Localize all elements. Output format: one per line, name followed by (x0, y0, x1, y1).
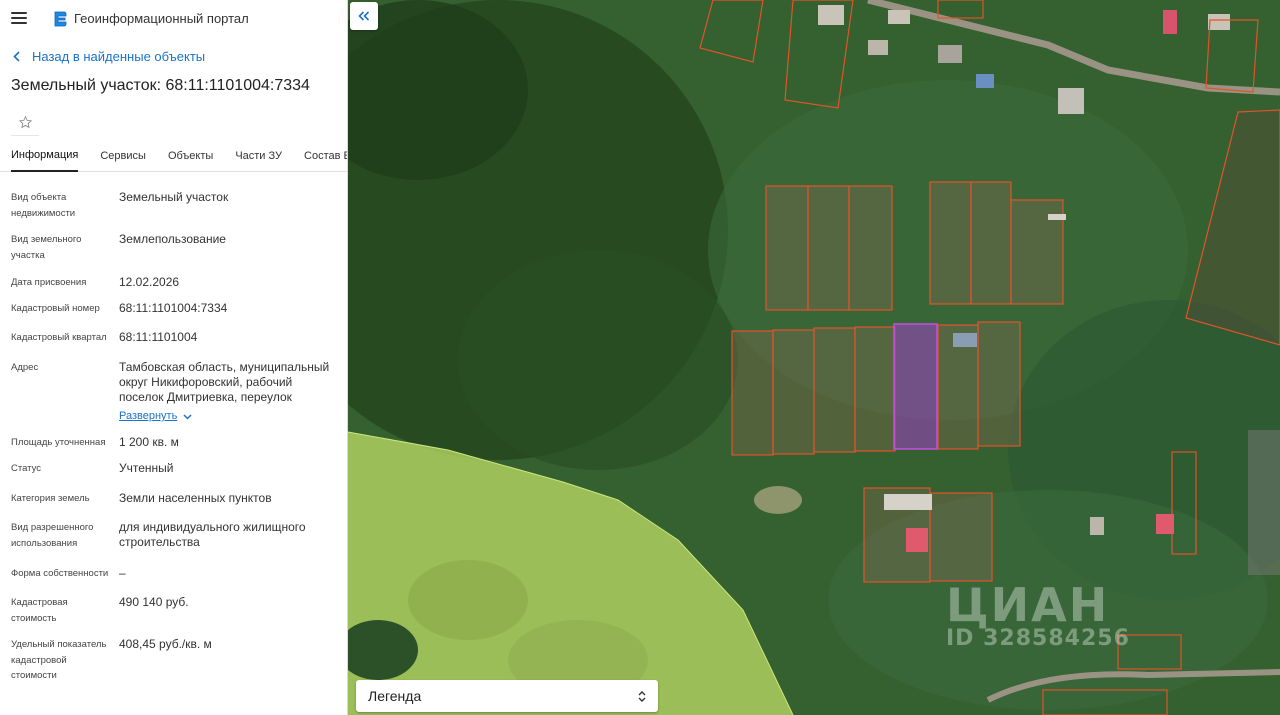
tab-ezp-composition[interactable]: Состав ЕЗП (304, 140, 347, 172)
updown-chevron-icon (638, 690, 646, 702)
property-label: Вид земельного участка (11, 234, 82, 261)
tab-information[interactable]: Информация (11, 140, 79, 172)
property-label: Кадастровый квартал (11, 332, 107, 343)
collapse-sidebar-button[interactable] (350, 2, 378, 30)
property-value: – (119, 566, 126, 580)
property-value: Землепользование (119, 232, 226, 246)
favorite-star-icon[interactable] (11, 110, 39, 136)
property-label: Дата присвоения (11, 277, 87, 288)
property-value: для индивидуального жилищного строительс… (119, 520, 306, 549)
tab-services[interactable]: Сервисы (100, 140, 146, 172)
tab-objects[interactable]: Объекты (168, 140, 213, 172)
address-value: Тамбовская область, муниципальный округ … (119, 360, 339, 424)
property-label: Вид разрешенного использования (11, 522, 94, 549)
top-bar: Геоинформационный портал (0, 0, 347, 36)
legend-select[interactable]: Легенда (356, 680, 658, 712)
back-link-label: Назад в найденные объекты (32, 48, 206, 64)
property-value: 68:11:1101004 (119, 330, 198, 344)
legend-label: Легенда (368, 688, 422, 704)
chevron-left-icon (13, 50, 20, 62)
property-value: 490 140 руб. (119, 595, 189, 609)
property-label: Адрес (11, 362, 39, 373)
property-label: Площадь уточненная (11, 437, 106, 448)
property-label: Категория земель (11, 493, 90, 504)
property-label: Вид объекта недвижимости (11, 192, 76, 219)
property-value: 1 200 кв. м (119, 435, 179, 449)
property-label: Форма собственности (11, 568, 109, 579)
expand-address-link[interactable]: Развернуть (119, 409, 339, 424)
property-label: Удельный показатель кадастровой стоимост… (11, 639, 107, 681)
tab-parcel-parts[interactable]: Части ЗУ (235, 140, 282, 172)
double-chevron-left-icon (358, 11, 370, 21)
property-value: Учтенный (119, 461, 174, 475)
property-label: Статус (11, 463, 42, 474)
watermark-id: ID 328584256 (946, 626, 1130, 651)
object-tabs: Информация Сервисы Объекты Части ЗУ Сост… (0, 140, 347, 172)
property-value: 12.02.2026 (119, 275, 180, 289)
info-sidebar: Геоинформационный портал Назад в найденн… (0, 0, 348, 715)
expand-label: Развернуть (119, 410, 178, 422)
property-label: Кадастровый номер (11, 303, 100, 314)
property-value: Земли населенных пунктов (119, 491, 272, 505)
property-label: Кадастровая стоимость (11, 597, 68, 624)
property-value: Земельный участок (119, 190, 229, 204)
portal-logo-icon (54, 11, 67, 26)
cian-watermark: ЦИАН ID 328584256 (946, 578, 1130, 651)
burger-icon[interactable] (11, 12, 27, 24)
property-value: Тамбовская область, муниципальный округ … (119, 360, 330, 404)
satellite-map[interactable] (348, 0, 1280, 715)
portal-title: Геоинформационный портал (74, 10, 249, 26)
property-value: 408,45 руб./кв. м (119, 637, 212, 651)
chevron-down-icon (183, 413, 192, 420)
map-view[interactable]: ЦИАН ID 328584256 Легенда (348, 0, 1280, 715)
watermark-brand: ЦИАН (946, 578, 1110, 632)
object-title: Земельный участок: 68:11:1101004:7334 (11, 77, 310, 94)
back-to-results-link[interactable]: Назад в найденные объекты (0, 46, 347, 66)
property-value: 68:11:1101004:7334 (119, 301, 228, 315)
